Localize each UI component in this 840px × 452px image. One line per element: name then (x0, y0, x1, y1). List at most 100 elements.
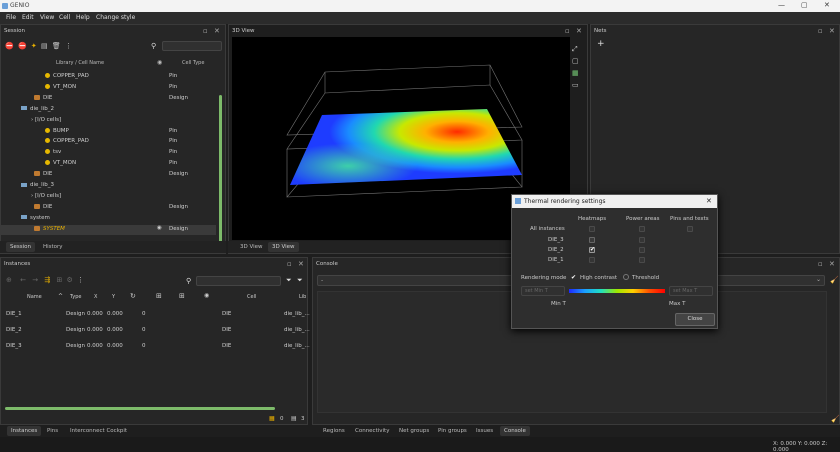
brush-icon[interactable]: 🧹 (831, 415, 840, 423)
visibility-icon[interactable]: ◉ (157, 225, 162, 231)
close-icon[interactable]: ✕ (214, 27, 220, 35)
col-lib[interactable]: Lib (299, 294, 306, 300)
min-temp-input[interactable]: set Min T (521, 286, 565, 296)
align-icon[interactable]: ⇶ (44, 276, 50, 284)
pins-all-checkbox[interactable] (687, 226, 693, 232)
dialog-close-button[interactable]: Close (675, 313, 715, 326)
tree-row[interactable]: VT_MON Pin (1, 83, 216, 93)
rotation-icon[interactable]: ↻ (130, 292, 136, 300)
add-net-button[interactable]: + (597, 39, 605, 49)
tab-interconnect-cockpit[interactable]: Interconnect Cockpit (70, 428, 127, 434)
float-icon[interactable]: ▫ (818, 27, 823, 35)
tree-row[interactable]: SYSTEM Design ◉ (1, 224, 216, 235)
tab-issues[interactable]: Issues (476, 428, 493, 434)
more-icon[interactable]: ⋮ (65, 42, 72, 50)
arrow-left-icon[interactable]: ← (20, 276, 26, 284)
delete-icon[interactable]: 🗑 (52, 42, 61, 50)
import-icon[interactable]: ✦ (31, 42, 37, 50)
clear-filter-icon[interactable]: ⏷ (297, 276, 303, 285)
mirror-icon[interactable]: ⊞ (156, 292, 162, 300)
heatmap-die2-checkbox[interactable] (589, 246, 595, 253)
threshold-option[interactable]: Threshold (632, 275, 659, 281)
float-icon[interactable]: ▫ (565, 27, 570, 35)
table-row[interactable]: DIE_1 Design 0.000 0.000 0 DIE die_lib_... (1, 310, 310, 320)
table-row[interactable]: DIE_3 Design 0.000 0.000 0 DIE die_lib_... (1, 342, 310, 352)
close-window-button[interactable]: ✕ (824, 1, 830, 9)
power-die1-checkbox[interactable] (639, 257, 645, 263)
float-icon[interactable]: ▫ (287, 260, 292, 268)
display-icon[interactable]: ▭ (572, 79, 579, 91)
power-all-checkbox[interactable] (639, 226, 645, 232)
remove-lib-icon[interactable]: ⛔ (5, 42, 14, 50)
col-x[interactable]: X (94, 294, 97, 300)
tab-console[interactable]: Console (500, 426, 530, 436)
tab-instances[interactable]: Instances (7, 426, 42, 436)
threshold-radio[interactable] (623, 274, 629, 280)
high-contrast-option[interactable]: High contrast (580, 275, 617, 281)
minimize-button[interactable]: — (778, 1, 785, 9)
power-die3-checkbox[interactable] (639, 237, 645, 243)
heatmap-all-checkbox[interactable] (589, 226, 595, 232)
menu-file[interactable]: File (6, 14, 16, 21)
fit-view-icon[interactable]: ⤢ (572, 43, 579, 55)
col-type-header[interactable]: Cell Type (182, 60, 204, 66)
tree-row[interactable]: DIE Design (1, 203, 216, 213)
col-name-header[interactable]: Library / Cell Name (56, 60, 104, 66)
col-type[interactable]: Type (70, 294, 81, 300)
close-icon[interactable]: ✕ (576, 27, 582, 35)
list-icon[interactable]: ▤ (41, 42, 48, 50)
close-icon[interactable]: ✕ (298, 260, 304, 268)
close-icon[interactable]: ✕ (829, 260, 835, 268)
menu-help[interactable]: Help (76, 14, 90, 21)
dialog-close-icon[interactable]: ✕ (706, 197, 712, 205)
tree-row[interactable]: COPPER_PAD Pin (1, 137, 216, 147)
tree-row[interactable]: BUMP Pin (1, 127, 216, 137)
tab-pins[interactable]: Pins (47, 428, 58, 434)
close-icon[interactable]: ✕ (829, 27, 835, 35)
session-scrollbar[interactable] (219, 95, 222, 245)
tab-connectivity[interactable]: Connectivity (355, 428, 389, 434)
thermal-icon[interactable]: ▦ (572, 67, 579, 79)
tree-row[interactable]: tsv Pin (1, 148, 216, 158)
more-icon[interactable]: ⋮ (77, 276, 84, 284)
tab-session[interactable]: Session (6, 242, 35, 252)
tree-row[interactable]: VT_MON Pin (1, 159, 216, 169)
clear-console-icon[interactable]: 🧹 (830, 276, 839, 284)
menu-cell[interactable]: Cell (59, 14, 70, 21)
visibility-icon[interactable]: ◉ (204, 292, 209, 299)
menu-change-style[interactable]: Change style (96, 14, 135, 21)
group-icon[interactable]: ⊞ (56, 276, 62, 284)
arrow-right-icon[interactable]: → (32, 276, 38, 284)
max-temp-input[interactable]: set Max T (669, 286, 713, 296)
instances-hscrollbar[interactable] (5, 407, 275, 410)
tree-row[interactable]: die_lib_2 (1, 105, 216, 115)
heatmap-die1-checkbox[interactable] (589, 257, 595, 263)
tree-row[interactable]: DIE Design (1, 170, 216, 180)
tree-row[interactable]: COPPER_PAD Pin (1, 72, 216, 82)
instances-search-input[interactable] (196, 276, 281, 286)
tab-history[interactable]: History (43, 244, 63, 250)
tree-row[interactable]: › [I/O cells] (1, 192, 216, 202)
maximize-button[interactable]: ▢ (801, 1, 808, 9)
filter-icon[interactable]: ⏷ (286, 276, 292, 285)
settings-icon[interactable]: ⚙ (67, 276, 73, 284)
tab-3dview-2[interactable]: 3D View (268, 242, 299, 252)
menu-edit[interactable]: Edit (22, 14, 34, 21)
table-row[interactable]: DIE_2 Design 0.000 0.000 0 DIE die_lib_... (1, 326, 310, 336)
tab-pin-groups[interactable]: Pin groups (438, 428, 467, 434)
heatmap-die3-checkbox[interactable] (589, 237, 595, 243)
high-contrast-check-icon[interactable]: ✔ (571, 274, 576, 281)
menu-view[interactable]: View (40, 14, 54, 21)
frame-icon[interactable]: ▢ (572, 55, 579, 67)
grid-icon[interactable]: ⊞ (179, 292, 185, 300)
tab-3dview-1[interactable]: 3D View (240, 244, 263, 250)
float-icon[interactable]: ▫ (818, 260, 823, 268)
tree-row[interactable]: › [I/O cells] (1, 116, 216, 126)
add-icon[interactable]: ⊕ (6, 276, 12, 284)
tree-row[interactable]: die_lib_3 (1, 181, 216, 191)
remove-cell-icon[interactable]: ⛔ (18, 42, 27, 50)
tree-row[interactable]: DIE Design (1, 94, 216, 104)
session-search-input[interactable] (162, 41, 222, 51)
power-die2-checkbox[interactable] (639, 247, 645, 253)
float-icon[interactable]: ▫ (203, 27, 208, 35)
